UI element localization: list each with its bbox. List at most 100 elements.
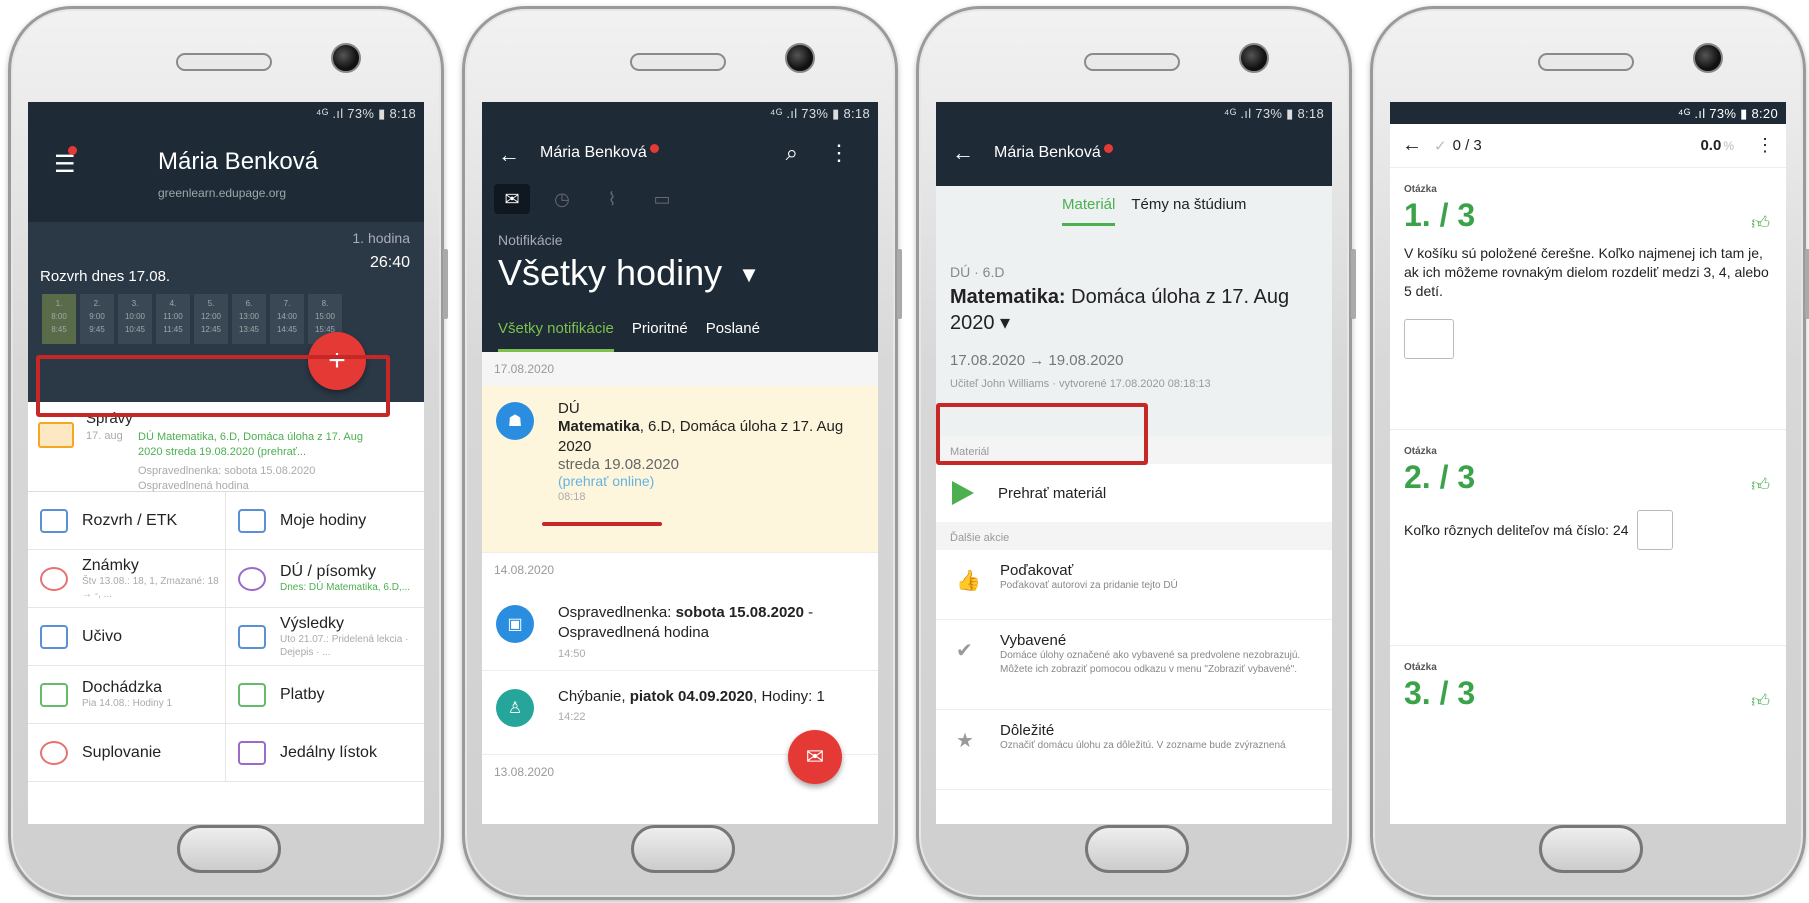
clock-tab-icon[interactable]: ◷ bbox=[544, 184, 580, 214]
lesson-timer: 26:40 bbox=[369, 254, 410, 271]
question-number: 3. / 3 bbox=[1404, 675, 1476, 711]
action-thank[interactable]: 👍 Poďakovať Poďakovať autorovi za pridan… bbox=[936, 550, 1332, 620]
notification-dot bbox=[649, 144, 659, 153]
answer-input[interactable] bbox=[1404, 318, 1454, 359]
thumbs-up-icon[interactable]: 👍︎ bbox=[1751, 212, 1770, 234]
homework-meta: Učiteľ John Williams · vytvorené 17.08.2… bbox=[950, 378, 1211, 390]
envelope-icon bbox=[38, 422, 74, 448]
front-camera bbox=[1239, 43, 1269, 73]
menu-item-ucivo[interactable]: Učivo bbox=[28, 608, 226, 666]
schedule-cell[interactable]: 3. 10:00 10:45 bbox=[118, 294, 152, 344]
screen-dashboard: ⁴ᴳ .ıl 73% ▮ 8:18 ☰ Mária Benková greenl… bbox=[28, 102, 424, 824]
home-button[interactable] bbox=[1539, 825, 1643, 873]
person-icon: ♙ bbox=[496, 689, 534, 727]
user-name-row: Mária Benková bbox=[994, 144, 1113, 162]
thumbs-up-icon[interactable]: 👍︎ bbox=[1751, 474, 1770, 496]
tab-priority[interactable]: Prioritné bbox=[632, 320, 688, 352]
front-camera bbox=[331, 43, 361, 73]
user-name: Mária Benková bbox=[540, 144, 647, 161]
homework-icon: ☗ bbox=[496, 402, 534, 440]
side-key bbox=[443, 249, 448, 319]
homework-title[interactable]: Matematika: Domáca úloha z 17. Aug 2020 … bbox=[950, 284, 1320, 336]
homework-summary: Materiál Témy na štúdium DÚ · 6.D Matema… bbox=[936, 186, 1332, 436]
messages-preview: DÚ Matematika, 6.D, Domáca úloha z 17. A… bbox=[138, 431, 363, 459]
search-icon[interactable]: ⌕ bbox=[786, 140, 798, 166]
speaker-grille bbox=[630, 53, 726, 71]
schedule-cell[interactable]: 1. 8:00 8:45 bbox=[42, 294, 76, 344]
notification-excuse[interactable]: ▣ Ospravedlnenka: sobota 15.08.2020 - Os… bbox=[482, 587, 878, 671]
detail-header: ⁴ᴳ .ıl 73% ▮ 8:18 ← Mária Benková bbox=[936, 102, 1332, 186]
tab-material[interactable]: Materiál bbox=[1062, 196, 1116, 226]
status-bar: ⁴ᴳ .ıl 73% ▮ 8:20 bbox=[1390, 102, 1786, 124]
more-menu-icon[interactable]: ⋮ bbox=[828, 140, 850, 166]
question-card: Otázka 3. / 3 👍︎ bbox=[1404, 662, 1770, 712]
chart-icon bbox=[238, 624, 266, 649]
status-bar: ⁴ᴳ .ıl 73% ▮ 8:18 bbox=[315, 106, 416, 121]
schedule-cell[interactable]: 2. 9:00 9:45 bbox=[80, 294, 114, 344]
tab-topics[interactable]: Témy na štúdium bbox=[1131, 196, 1246, 226]
menu-item-vysledky[interactable]: Výsledky Uto 21.07.: Pridelená lekcia · D… bbox=[226, 608, 424, 666]
user-name-row: Mária Benková bbox=[540, 144, 659, 162]
chart-tab-icon[interactable]: ⌇ bbox=[594, 184, 630, 214]
briefcase-tab-icon[interactable]: ▭ bbox=[644, 184, 680, 214]
mail-tab-icon[interactable]: ✉ bbox=[494, 184, 530, 214]
notification-homework[interactable]: ☗ DÚ Matematika, 6.D, Domáca úloha z 17.… bbox=[482, 386, 878, 552]
date-header: 17.08.2020 bbox=[482, 352, 878, 386]
school-domain: greenlearn.edupage.org bbox=[158, 186, 287, 200]
compose-mail-button[interactable]: ✉ bbox=[788, 730, 842, 784]
highlight-underline bbox=[542, 522, 662, 526]
schedule-cell[interactable]: 5. 12:00 12:45 bbox=[194, 294, 228, 344]
lesson-label: 1. hodina bbox=[352, 230, 410, 246]
front-camera bbox=[1693, 43, 1723, 73]
play-material-button[interactable]: Prehrať materiál bbox=[936, 464, 1332, 522]
question-text: V košíku sú položené čerešne. Koľko najm… bbox=[1404, 245, 1769, 299]
menu-item-znamky[interactable]: Známky Štv 13.08.: 18, 1, Zmazané: 18 → -… bbox=[28, 550, 226, 608]
menu-item-rozvrh[interactable]: Rozvrh / ETK bbox=[28, 492, 226, 550]
tab-all-notifications[interactable]: Všetky notifikácie bbox=[498, 320, 614, 352]
home-button[interactable] bbox=[631, 825, 735, 873]
score-unit: % bbox=[1723, 138, 1734, 153]
home-button[interactable] bbox=[1085, 825, 1189, 873]
back-arrow-icon[interactable]: ← bbox=[1402, 134, 1422, 157]
book-icon bbox=[238, 508, 266, 533]
thumbs-up-icon[interactable]: 👍︎ bbox=[1751, 690, 1770, 712]
notifications-label: Notifikácie bbox=[498, 232, 563, 248]
phone-frame-2: ⁴ᴳ .ıl 73% ▮ 8:18 ← Mária Benková ⌕ ⋮ ✉ … bbox=[462, 6, 902, 900]
menu-item-platby[interactable]: Platby bbox=[226, 666, 424, 724]
lessons-dropdown[interactable]: Všetky hodiny ▼ bbox=[498, 252, 760, 294]
tab-sent[interactable]: Poslané bbox=[706, 320, 760, 352]
play-online-link[interactable]: (prehrať online) bbox=[558, 473, 878, 489]
menu-item-moje-hodiny[interactable]: Moje hodiny bbox=[226, 492, 424, 550]
quiz-score: 0.0 bbox=[1700, 137, 1722, 154]
question-number: 2. / 3 bbox=[1404, 459, 1476, 495]
star-icon: ★ bbox=[956, 730, 974, 752]
notifications-header: ⁴ᴳ .ıl 73% ▮ 8:18 ← Mária Benková ⌕ ⋮ ✉ … bbox=[482, 102, 878, 352]
answer-input[interactable] bbox=[1636, 510, 1673, 550]
more-menu-icon[interactable]: ⋮ bbox=[1756, 135, 1774, 156]
action-done[interactable]: ✔ Vybavené Domáce úlohy označené ako vyb… bbox=[936, 620, 1332, 710]
schedule-cell[interactable]: 7. 14:00 14:45 bbox=[270, 294, 304, 344]
menu-item-jedalny-listok[interactable]: Jedálny lístok bbox=[226, 724, 424, 782]
thumbs-up-icon: 👍 bbox=[956, 570, 981, 592]
back-arrow-icon[interactable]: ← bbox=[498, 142, 520, 168]
question-card: Otázka 1. / 3 👍︎ V košíku sú položené če… bbox=[1390, 168, 1786, 430]
action-important[interactable]: ★ Dôležité Označiť domácu úlohu za dôlež… bbox=[936, 710, 1332, 790]
home-button[interactable] bbox=[177, 825, 281, 873]
category-icon-tabs: ✉ ◷ ⌇ ▭ bbox=[494, 184, 680, 214]
homework-dates: 17.08.2020 → 19.08.2020 bbox=[950, 352, 1124, 369]
question-card: Otázka 2. / 3 👍︎ Koľko rôznych deliteľov… bbox=[1390, 430, 1786, 646]
status-bar: ⁴ᴳ .ıl 73% ▮ 8:18 bbox=[769, 106, 870, 121]
schedule-cell[interactable]: 6. 13:00 13:45 bbox=[232, 294, 266, 344]
menu-item-suplovanie[interactable]: Suplovanie bbox=[28, 724, 226, 782]
notification-tabs: Všetky notifikácie Prioritné Poslané bbox=[498, 320, 760, 352]
cutlery-icon bbox=[238, 740, 266, 765]
schedule-cell[interactable]: 4. 11:00 11:45 bbox=[156, 294, 190, 344]
caret-down-icon: ▼ bbox=[738, 262, 760, 288]
back-arrow-icon[interactable]: ← bbox=[952, 140, 974, 166]
side-key bbox=[897, 249, 902, 319]
menu-item-dochadzka[interactable]: Dochádzka Pia 14.08.: Hodiny 1 bbox=[28, 666, 226, 724]
screen-quiz: ⁴ᴳ .ıl 73% ▮ 8:20 ← ✓ 0 / 3 0.0 % ⋮ Otáz… bbox=[1390, 102, 1786, 824]
attendance-icon bbox=[40, 682, 68, 707]
payment-icon bbox=[238, 682, 266, 707]
menu-item-du-pisomky[interactable]: DÚ / písomky Dnes: DÚ Matematika, 6.D,... bbox=[226, 550, 424, 608]
